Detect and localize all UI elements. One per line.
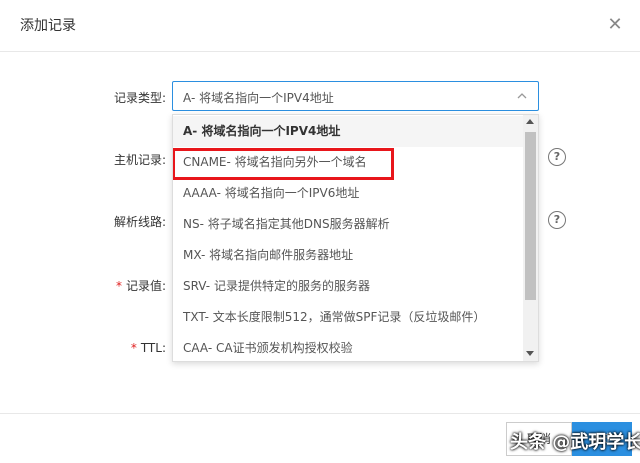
scroll-thumb[interactable] xyxy=(525,132,536,300)
watermark: 头条 @武玥学长 xyxy=(510,432,640,453)
host-record-label: 主机记录: xyxy=(113,153,166,167)
dropdown-option[interactable]: SRV- 记录提供特定的服务的服务器 xyxy=(173,271,523,302)
scroll-up-arrow-icon[interactable] xyxy=(526,119,534,124)
dropdown-option[interactable]: CAA- CA证书颁发机构授权校验 xyxy=(173,333,523,361)
dropdown-option[interactable]: A- 将域名指向一个IPV4地址 xyxy=(173,116,523,147)
help-icon[interactable]: ? xyxy=(548,211,566,229)
record-type-select[interactable]: A- 将域名指向一个IPV4地址 xyxy=(172,81,539,111)
record-type-select-value: A- 将域名指向一个IPV4地址 xyxy=(183,91,334,105)
resolve-line-label: 解析线路: xyxy=(113,215,166,229)
record-value-label-text: 记录值: xyxy=(125,279,166,293)
ttl-label: * TTL: xyxy=(76,341,166,355)
dropdown-option[interactable]: TXT- 文本长度限制512，通常做SPF记录（反垃圾邮件） xyxy=(173,302,523,333)
dropdown-scrollbar[interactable] xyxy=(523,115,538,361)
required-mark: * xyxy=(130,341,137,355)
highlight-annotation-box xyxy=(173,148,394,180)
required-mark: * xyxy=(115,279,122,293)
ttl-label-text: TTL: xyxy=(140,341,166,355)
record-type-dropdown: A- 将域名指向一个IPV4地址 CNAME- 将域名指向另外一个域名 AAAA… xyxy=(172,114,539,362)
dropdown-option[interactable]: NS- 将子域名指定其他DNS服务器解析 xyxy=(173,209,523,240)
dropdown-option[interactable]: MX- 将域名指向邮件服务器地址 xyxy=(173,240,523,271)
dialog-header: 添加记录 ✕ xyxy=(0,0,640,52)
dropdown-option[interactable]: AAAA- 将域名指向一个IPV6地址 xyxy=(173,178,523,209)
dialog-title: 添加记录 xyxy=(20,18,76,34)
chevron-up-icon xyxy=(517,93,527,99)
scroll-down-arrow-icon[interactable] xyxy=(526,351,534,356)
help-icon[interactable]: ? xyxy=(548,148,566,166)
close-icon[interactable]: ✕ xyxy=(604,14,626,36)
add-record-dialog: 添加记录 ✕ 记录类型: 主机记录: 解析线路: * 记录值: * TTL: ? ?… xyxy=(0,0,640,463)
record-type-label: 记录类型: xyxy=(113,91,166,105)
record-value-label: * 记录值: xyxy=(76,277,166,294)
